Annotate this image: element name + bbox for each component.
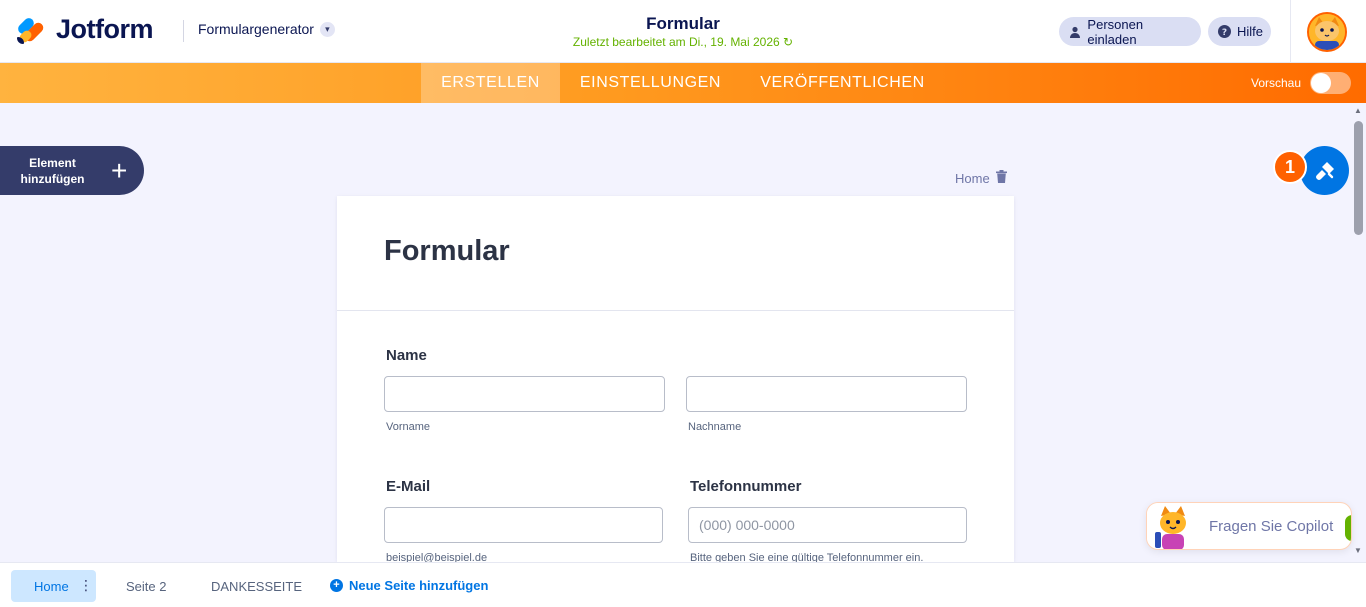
copilot-label: Fragen Sie Copilot [1209, 517, 1334, 535]
copilot-status-indicator [1345, 515, 1351, 541]
paint-roller-icon [1315, 161, 1334, 180]
scrollbar-thumb[interactable] [1354, 121, 1363, 235]
add-element-label-line1: Element [29, 155, 76, 170]
phone-placeholder: (000) 000-0000 [699, 517, 795, 533]
page-tab-thankyou[interactable]: DANKESSEITE [211, 579, 302, 594]
user-icon [1069, 25, 1081, 38]
name-label: Name [386, 347, 427, 364]
page-name: Home [955, 170, 990, 186]
page-tab-home[interactable]: Home ⋮ [11, 570, 96, 602]
svg-text:?: ? [1222, 28, 1227, 38]
first-name-input[interactable] [384, 376, 665, 412]
form-designer-button[interactable] [1300, 146, 1349, 195]
preview-label: Vorschau [1251, 76, 1302, 90]
add-element-label-line2: hinzufügen [20, 171, 85, 186]
copilot-button[interactable]: Fragen Sie Copilot [1146, 502, 1352, 550]
help-icon: ? [1218, 25, 1231, 38]
page-tabs-bar: Home ⋮ Seite 2 DANKESSEITE + Neue Seite … [0, 562, 1366, 607]
heading-divider [337, 310, 1014, 311]
tab-publish[interactable]: VERÖFFENTLICHEN [741, 63, 944, 103]
plus-icon: + [111, 154, 128, 186]
avatar[interactable] [1307, 12, 1347, 52]
scroll-down-arrow-icon[interactable]: ▼ [1354, 546, 1362, 555]
scroll-up-arrow-icon[interactable]: ▲ [1354, 106, 1362, 115]
help-button[interactable]: ? Hilfe [1208, 17, 1271, 46]
avatar-cat-icon [1309, 14, 1345, 50]
first-name-sublabel: Vorname [386, 421, 431, 433]
copilot-cat-icon [1147, 503, 1197, 549]
page-tab-page2[interactable]: Seite 2 [126, 579, 166, 594]
form-canvas: Formular Name Vorname Nachname E-Mail be… [337, 196, 1014, 562]
add-element-label: Element hinzufügen [0, 155, 105, 187]
last-name-sublabel: Nachname [688, 421, 742, 433]
preview-toggle[interactable] [1310, 72, 1351, 94]
history-icon: ↻ [783, 35, 794, 49]
preview-toggle-knob [1311, 73, 1331, 93]
tab-build[interactable]: ERSTELLEN [421, 63, 560, 103]
help-label: Hilfe [1237, 24, 1264, 39]
add-page-button[interactable]: + Neue Seite hinzufügen [330, 578, 488, 593]
builder-nav: ERSTELLEN EINSTELLUNGEN VERÖFFENTLICHEN … [0, 63, 1366, 103]
top-header: Jotform Formulargenerator ▾ Formular Zul… [0, 0, 1366, 63]
invite-people-label: Personen einladen [1087, 16, 1144, 47]
last-name-input[interactable] [686, 376, 967, 412]
phone-sublabel: Bitte geben Sie eine gültige Telefonnumm… [690, 552, 924, 562]
add-page-label: Neue Seite hinzufügen [349, 578, 489, 593]
add-circle-icon: + [330, 579, 343, 592]
form-heading[interactable]: Formular [384, 235, 510, 268]
tab-settings[interactable]: EINSTELLUNGEN [560, 63, 741, 103]
email-label: E-Mail [386, 478, 431, 495]
trash-icon[interactable] [995, 170, 1007, 186]
phone-input[interactable]: (000) 000-0000 [688, 507, 967, 543]
last-edited-text: Zuletzt bearbeitet am Di., 19. Mai 2026 [572, 35, 780, 49]
email-input[interactable] [384, 507, 663, 543]
more-options-icon[interactable]: ⋮ [79, 578, 93, 592]
add-element-button[interactable]: Element hinzufügen + [0, 146, 144, 195]
header-divider-right [1290, 0, 1291, 63]
designer-badge: 1 [1273, 150, 1307, 184]
page-header: Home [955, 170, 1007, 186]
page-tab-home-label: Home [34, 578, 69, 594]
email-sublabel: beispiel@beispiel.de [386, 552, 488, 562]
phone-label: Telefonnummer [690, 478, 802, 495]
invite-people-button[interactable]: Personen einladen [1059, 16, 1201, 47]
